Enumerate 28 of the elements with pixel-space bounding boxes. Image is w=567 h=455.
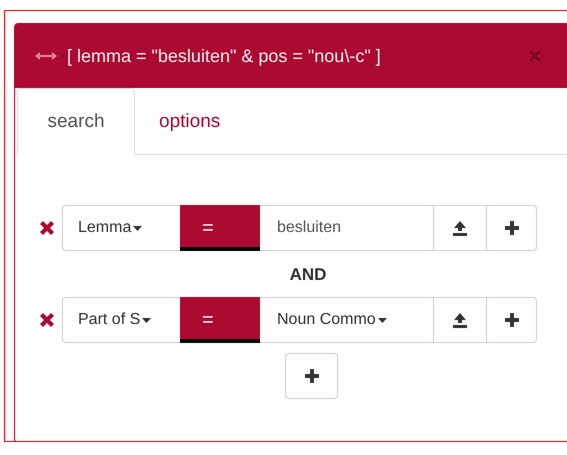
resize-arrow-icon: [35, 51, 57, 61]
value-dropdown[interactable]: Noun Commo: [260, 297, 433, 343]
operator-button[interactable]: =: [180, 205, 260, 251]
add-button[interactable]: [486, 297, 537, 343]
delete-button[interactable]: [38, 219, 56, 237]
upload-button[interactable]: [433, 297, 486, 343]
tab[interactable]: options: [135, 88, 244, 155]
add-clause-button[interactable]: [285, 353, 338, 399]
field-dropdown[interactable]: Lemma: [62, 205, 180, 251]
delete-icon: [38, 219, 56, 237]
plus-icon: [504, 220, 520, 236]
delete-button[interactable]: [38, 311, 56, 329]
tab[interactable]: search: [17, 88, 135, 155]
panel-title: [ lemma = "besluiten" & pos = "nou\-c" ]: [67, 46, 382, 66]
value-field[interactable]: besluiten: [260, 205, 433, 251]
plus-icon: [304, 368, 320, 384]
caret-icon: [378, 318, 387, 322]
upload-icon: [452, 312, 468, 328]
operator-button[interactable]: =: [180, 297, 260, 343]
connector-label: AND: [290, 265, 326, 284]
upload-button[interactable]: [433, 205, 486, 251]
plus-icon: [504, 312, 520, 328]
upload-icon: [452, 220, 468, 236]
caret-icon: [133, 226, 142, 230]
caret-icon: [142, 318, 152, 322]
add-button[interactable]: [486, 205, 537, 251]
delete-icon: [38, 311, 56, 329]
field-dropdown[interactable]: Part of S: [62, 297, 180, 343]
